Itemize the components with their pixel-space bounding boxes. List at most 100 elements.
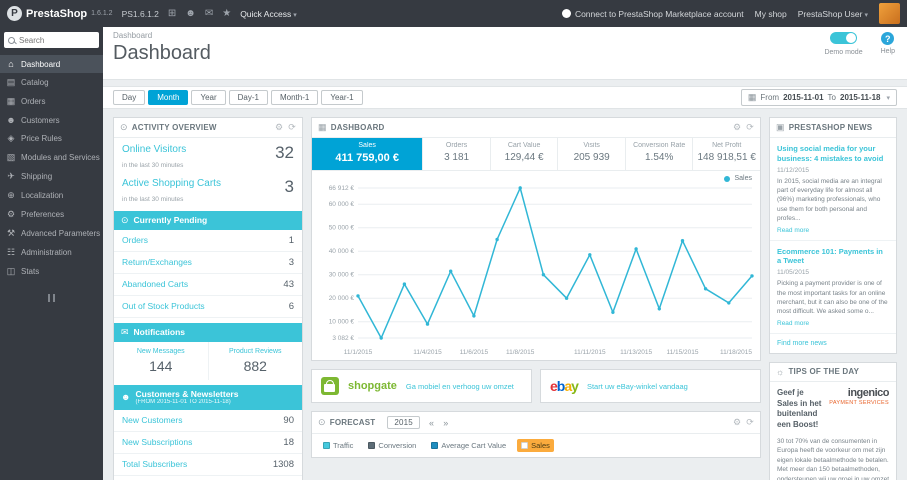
online-visitors-label[interactable]: Online Visitors [122, 144, 186, 155]
online-visitors-sub: in the last 30 minutes [122, 162, 184, 169]
sidebar-item-shipping[interactable]: ✈ Shipping [0, 167, 103, 186]
sidebar-item-customers[interactable]: ☻ Customers [0, 111, 103, 129]
sidebar-item-administration[interactable]: ☷ Administration [0, 243, 103, 262]
panel-settings-icon[interactable]: ⚙ [275, 122, 283, 133]
prestashop-logo[interactable]: P PrestaShop 1.6.1.2 [7, 6, 113, 21]
active-carts-label[interactable]: Active Shopping Carts [122, 178, 221, 189]
kpi-cart-value[interactable]: Cart Value 129,44 € [491, 138, 559, 170]
sidebar-item-catalog[interactable]: ▤ Catalog [0, 73, 103, 92]
kpi-sales[interactable]: Sales 411 759,00 € [312, 138, 424, 170]
sidebar-item-advanced-parameters[interactable]: ⚒ Advanced Parameters [0, 224, 103, 243]
pending-row-returns[interactable]: Return/Exchanges 3 [114, 252, 302, 274]
svg-text:11/15/2015: 11/15/2015 [666, 349, 698, 356]
tips-headline: Geef je Sales in het buitenland een Boos… [777, 387, 822, 430]
user-avatar[interactable] [879, 3, 900, 24]
svg-text:11/8/2015: 11/8/2015 [506, 349, 535, 356]
topbar-right: Connect to PrestaShop Marketplace accoun… [561, 3, 900, 24]
panel-refresh-icon[interactable]: ⟳ [746, 122, 754, 133]
panel-refresh-icon[interactable]: ⟳ [288, 122, 296, 133]
news-panel-header: ▣ PRESTASHOP NEWS [770, 118, 896, 138]
kpi-orders[interactable]: Orders 3 181 [423, 138, 491, 170]
pending-row-orders[interactable]: Orders 1 [114, 230, 302, 252]
forecast-legend-sales[interactable]: Sales [517, 439, 554, 452]
sidebar-item-price-rules[interactable]: ◈ Price Rules [0, 129, 103, 148]
shop-name-link[interactable]: PS1.6.1.2 [122, 9, 159, 19]
range-month-button[interactable]: Month [148, 90, 189, 105]
date-range-picker[interactable]: ▦ From 2015-11-01 To 2015-11-18 ▾ [740, 89, 897, 106]
news-article: Using social media for your business: 4 … [770, 138, 896, 241]
kpi-conversion-rate[interactable]: Conversion Rate 1.54% [626, 138, 694, 170]
range-year-button[interactable]: Year [191, 90, 226, 105]
sidebar-item-label: Localization [21, 191, 64, 200]
header-tools: Demo mode ? Help [824, 32, 895, 56]
dashboard-panel: ▦ DASHBOARD ⚙ ⟳ Sales 411 759,00 € Order… [311, 117, 761, 361]
forecast-legend-traffic[interactable]: Traffic [319, 439, 357, 452]
kpi-net-profit[interactable]: Net Profit 148 918,51 € [693, 138, 760, 170]
forecast-year-select[interactable]: 2015 [387, 416, 420, 429]
customers-row-new-subscriptions[interactable]: New Subscriptions 18 [114, 432, 302, 454]
panel-settings-icon[interactable]: ⚙ [733, 122, 741, 133]
dashboard-panel-header: ▦ DASHBOARD ⚙ ⟳ [312, 118, 760, 138]
ebay-module-card: ebay Start uw eBay-winkel vandaag [540, 369, 761, 403]
forecast-prev-button[interactable]: « [429, 418, 434, 428]
sidebar-item-dashboard[interactable]: ⌂ Dashboard [0, 55, 103, 73]
news-article-link[interactable]: Ecommerce 101: Payments in a Tweet [777, 247, 889, 267]
range-year-1-button[interactable]: Year-1 [321, 90, 363, 105]
read-more-link[interactable]: Read more [777, 320, 809, 327]
demo-mode-toggle[interactable] [830, 32, 858, 44]
search-input[interactable] [19, 35, 95, 45]
user-menu[interactable]: PrestaShop User ▾ [798, 9, 868, 19]
lightbulb-icon: ☼ [776, 366, 785, 377]
new-messages-cell[interactable]: New Messages 144 [114, 342, 208, 380]
svg-text:60 000 €: 60 000 € [329, 201, 355, 208]
ebay-link[interactable]: Start uw eBay-winkel vandaag [587, 382, 688, 391]
read-more-link[interactable]: Read more [777, 227, 809, 234]
user-menu-label: PrestaShop User [797, 8, 863, 19]
sidebar-item-localization[interactable]: ⊕ Localization [0, 186, 103, 205]
collapse-sidebar-button[interactable] [45, 294, 59, 302]
cell-label: New Messages [136, 347, 185, 355]
chart-legend[interactable]: Sales [312, 171, 760, 182]
globe-icon: ⊕ [7, 190, 15, 200]
shopgate-link[interactable]: Ga mobiel en verhoog uw omzet [406, 382, 514, 391]
sidebar-item-label: Catalog [21, 78, 49, 87]
sidebar-item-modules[interactable]: ▧ Modules and Services [0, 148, 103, 167]
sidebar-item-label: Orders [21, 97, 46, 106]
grid-icon: ▦ [318, 122, 327, 132]
kpi-value: 3 181 [444, 152, 470, 163]
customers-notification-icon[interactable]: ☻ [185, 8, 196, 19]
messages-notification-icon[interactable]: ✉ [205, 8, 213, 19]
marketplace-connect-link[interactable]: Connect to PrestaShop Marketplace accoun… [561, 9, 744, 19]
right-column: ▣ PRESTASHOP NEWS Using social media for… [769, 117, 897, 480]
sidebar-item-orders[interactable]: ▦ Orders [0, 92, 103, 111]
customers-row-new-customers[interactable]: New Customers 90 [114, 410, 302, 432]
range-month-1-button[interactable]: Month-1 [270, 90, 319, 105]
my-shop-link[interactable]: My shop [755, 9, 787, 19]
legend-label: Conversion [378, 441, 417, 450]
topbar: P PrestaShop 1.6.1.2 PS1.6.1.2 ⊞ ☻ ✉ ★ Q… [0, 0, 907, 27]
quick-access-menu[interactable]: Quick Access ▾ [240, 9, 297, 19]
range-day-1-button[interactable]: Day-1 [228, 90, 268, 105]
sidebar-search[interactable] [4, 32, 99, 48]
pending-row-out-of-stock[interactable]: Out of Stock Products 6 [114, 296, 302, 318]
kpi-visits[interactable]: Visits 205 939 [558, 138, 626, 170]
row-value: 18 [283, 436, 294, 448]
orders-notification-icon[interactable]: ⊞ [168, 8, 176, 19]
panel-settings-icon[interactable]: ⚙ [733, 417, 741, 428]
pending-row-abandoned-carts[interactable]: Abandoned Carts 43 [114, 274, 302, 296]
product-reviews-cell[interactable]: Product Reviews 882 [207, 341, 303, 380]
active-carts-metric: Active Shopping Carts 3 in the last 30 m… [114, 172, 302, 206]
forecast-legend-conversion[interactable]: Conversion [364, 439, 420, 452]
range-day-button[interactable]: Day [113, 90, 146, 105]
sidebar-item-stats[interactable]: ◫ Stats [0, 262, 103, 281]
sidebar-item-preferences[interactable]: ⚙ Preferences [0, 205, 103, 224]
sidebar-item-label: Modules and Services [21, 153, 100, 162]
forecast-next-button[interactable]: » [443, 418, 448, 428]
panel-refresh-icon[interactable]: ⟳ [746, 417, 754, 428]
find-more-news-link[interactable]: Find more news [770, 334, 896, 353]
badge-icon[interactable]: ★ [222, 8, 231, 19]
help-icon[interactable]: ? [881, 32, 895, 45]
forecast-legend-average-cart-value[interactable]: Average Cart Value [427, 439, 510, 452]
news-article-link[interactable]: Using social media for your business: 4 … [777, 144, 889, 164]
customers-row-total-subscribers[interactable]: Total Subscribers 1308 [114, 454, 302, 476]
